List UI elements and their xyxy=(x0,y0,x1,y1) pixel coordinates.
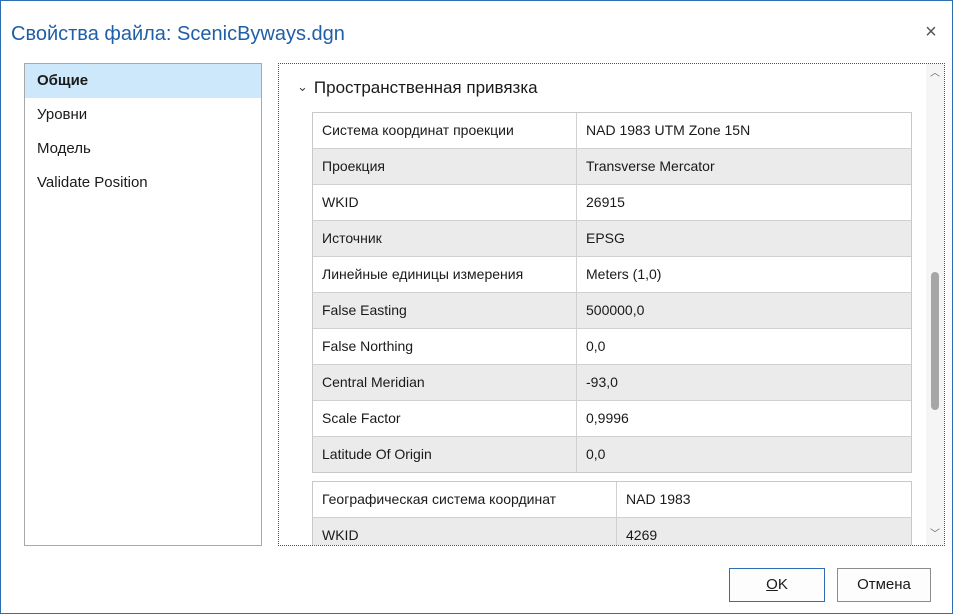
geographic-crs-table: Географическая система координат NAD 198… xyxy=(312,481,912,545)
property-value: 4269 xyxy=(626,527,658,543)
table-row: Линейные единицы измерения Meters (1,0) xyxy=(313,257,911,293)
property-value: 0,9996 xyxy=(586,410,629,426)
projected-crs-table: Система координат проекции NAD 1983 UTM … xyxy=(312,112,912,473)
cancel-button[interactable]: Отмена xyxy=(837,568,931,602)
scrollbar-thumb[interactable] xyxy=(931,272,939,410)
property-name: Источник xyxy=(313,221,577,256)
scroll-down-icon[interactable]: ﹀ xyxy=(926,527,944,543)
scroll-up-icon[interactable]: ︿ xyxy=(926,66,944,82)
property-value: EPSG xyxy=(586,230,625,246)
table-row: False Northing 0,0 xyxy=(313,329,911,365)
table-row: Источник EPSG xyxy=(313,221,911,257)
property-name: False Northing xyxy=(313,329,577,364)
spatial-reference-header[interactable]: ⌄ Пространственная привязка xyxy=(297,78,538,98)
property-name: Система координат проекции xyxy=(313,113,577,148)
table-row: Система координат проекции NAD 1983 UTM … xyxy=(313,113,911,149)
properties-panel: ⌄ Пространственная привязка Система коорд… xyxy=(278,63,945,546)
ok-label-rest: K xyxy=(777,576,788,593)
file-properties-dialog: Свойства файла: ScenicByways.dgn × Общие… xyxy=(0,0,953,614)
chevron-down-icon: ⌄ xyxy=(297,79,308,94)
property-value: NAD 1983 UTM Zone 15N xyxy=(586,122,751,138)
property-name: Линейные единицы измерения xyxy=(313,257,577,292)
property-value: 0,0 xyxy=(586,446,606,462)
category-list: Общие Уровни Модель Validate Position xyxy=(24,63,262,546)
dialog-title: Свойства файла: ScenicByways.dgn xyxy=(11,23,345,45)
nav-item-model[interactable]: Модель xyxy=(25,132,261,166)
property-name: WKID xyxy=(313,185,577,220)
property-name: Проекция xyxy=(313,149,577,184)
property-name: WKID xyxy=(313,518,617,545)
property-name: False Easting xyxy=(313,293,577,328)
nav-item-general[interactable]: Общие xyxy=(25,64,261,98)
table-row: Проекция Transverse Mercator xyxy=(313,149,911,185)
table-row: Географическая система координат NAD 198… xyxy=(313,482,911,518)
table-row: False Easting 500000,0 xyxy=(313,293,911,329)
nav-item-levels[interactable]: Уровни xyxy=(25,98,261,132)
property-value: 26915 xyxy=(586,194,625,210)
section-title: Пространственная привязка xyxy=(313,78,538,97)
property-name: Central Meridian xyxy=(313,365,577,400)
property-name: Latitude Of Origin xyxy=(313,437,577,472)
vertical-scrollbar[interactable]: ︿ ﹀ xyxy=(926,64,944,545)
table-row: Central Meridian -93,0 xyxy=(313,365,911,401)
table-row: WKID 26915 xyxy=(313,185,911,221)
property-value: -93,0 xyxy=(586,374,618,390)
ok-mnemonic: O xyxy=(766,576,778,593)
property-value: NAD 1983 xyxy=(626,491,691,507)
property-name: Географическая система координат xyxy=(313,482,617,517)
table-row: Scale Factor 0,9996 xyxy=(313,401,911,437)
table-row: Latitude Of Origin 0,0 xyxy=(313,437,911,472)
property-name: Scale Factor xyxy=(313,401,577,436)
close-icon[interactable]: × xyxy=(918,19,944,45)
property-value: Transverse Mercator xyxy=(586,158,715,174)
property-value: Meters (1,0) xyxy=(586,266,662,282)
ok-button[interactable]: OK xyxy=(729,568,825,602)
property-value: 500000,0 xyxy=(586,302,645,318)
property-value: 0,0 xyxy=(586,338,606,354)
table-row: WKID 4269 xyxy=(313,518,911,545)
nav-item-validate-position[interactable]: Validate Position xyxy=(25,166,261,200)
